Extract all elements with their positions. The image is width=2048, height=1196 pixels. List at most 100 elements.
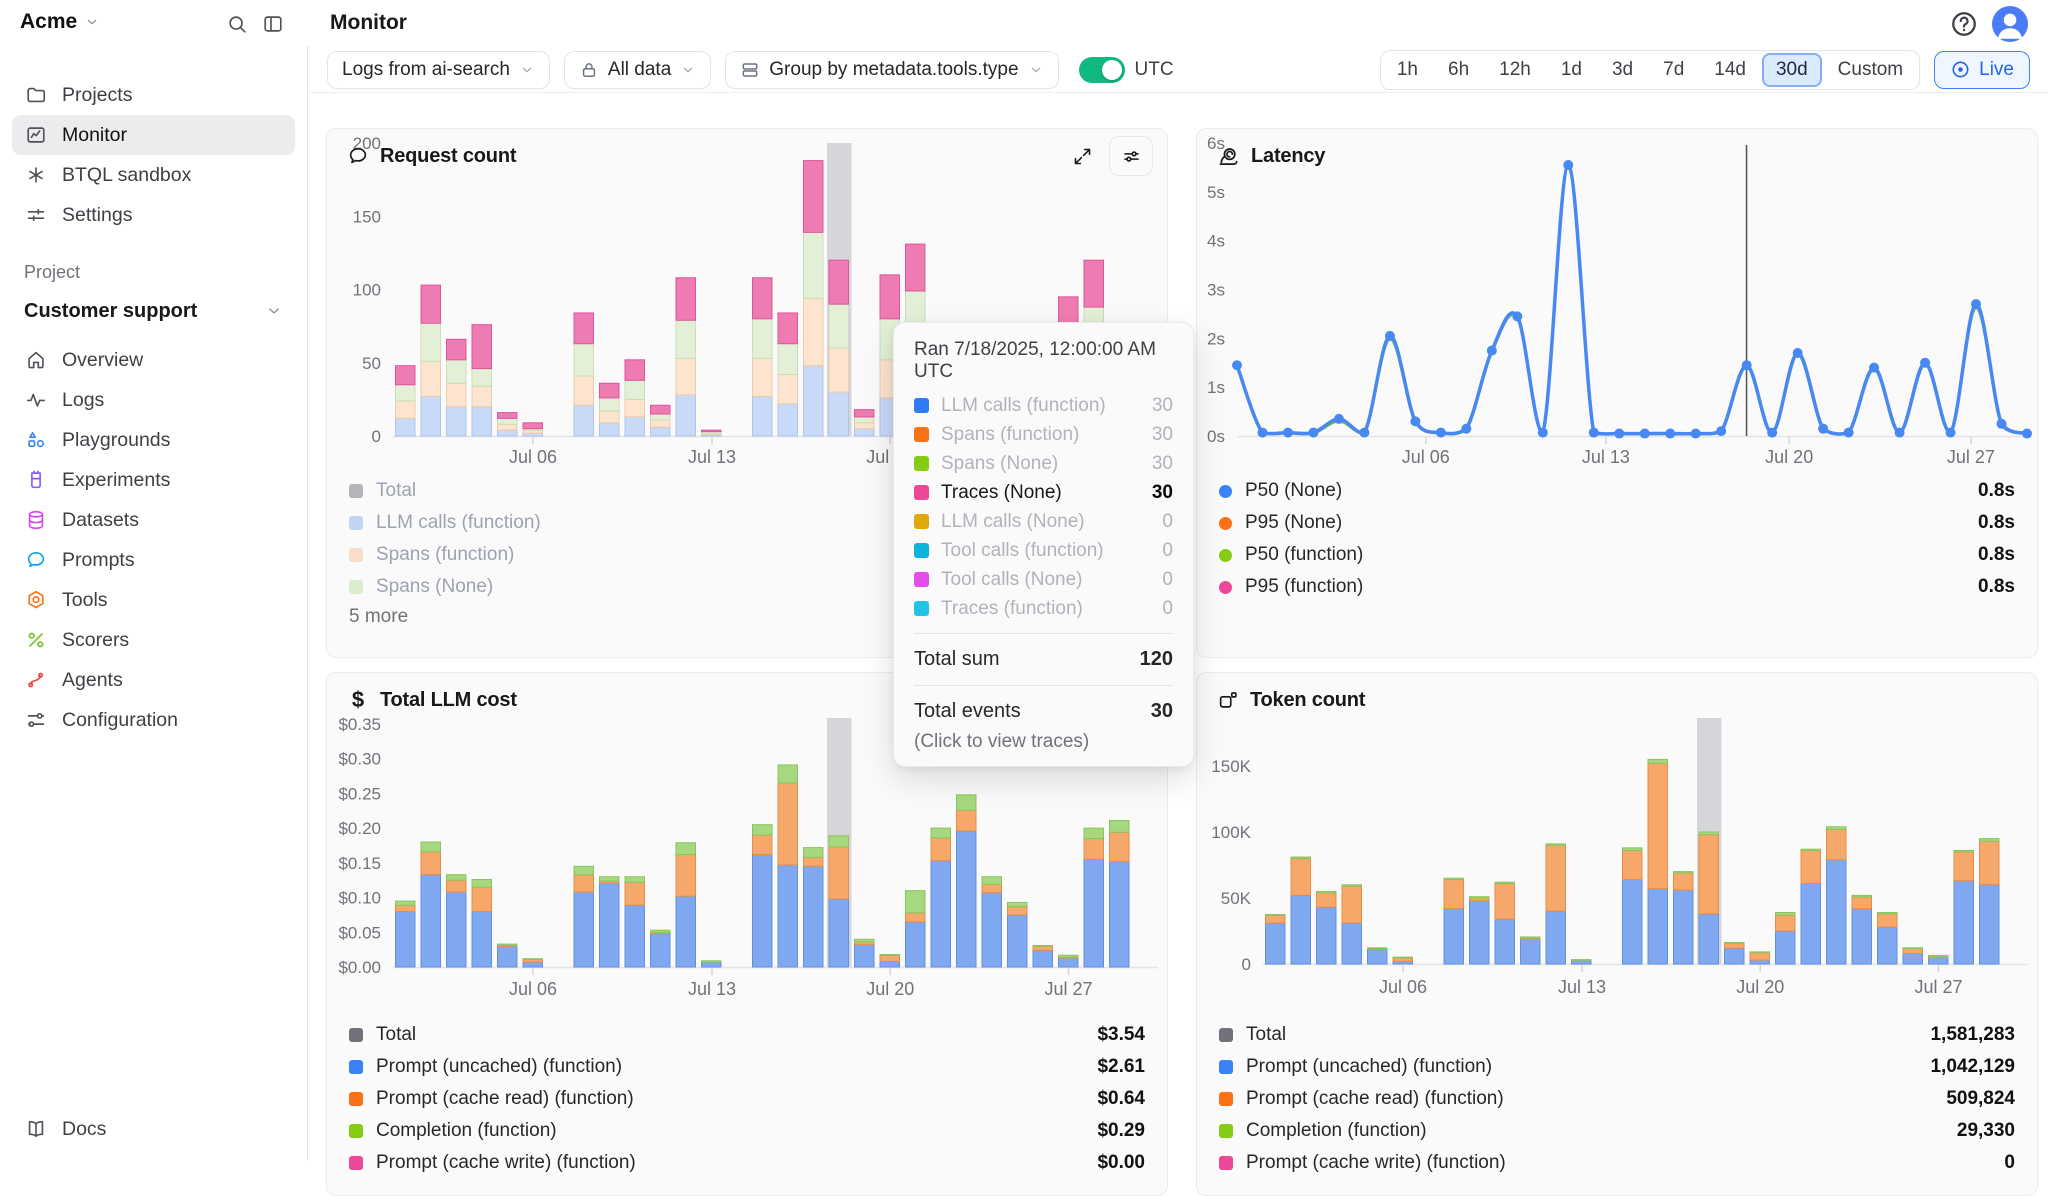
range-button-14d[interactable]: 14d — [1700, 53, 1760, 87]
legend-row[interactable]: Completion (function)29,330 — [1219, 1115, 2015, 1147]
sidebar: Projects Monitor BTQL sandbox Settings Proj… — [0, 47, 308, 1161]
shapes-icon — [24, 429, 48, 451]
filter-pill-all[interactable]: All data — [564, 51, 711, 89]
range-button-custom[interactable]: Custom — [1824, 53, 1917, 87]
sidebar-item-btql-sandbox[interactable]: BTQL sandbox — [12, 155, 295, 195]
range-button-12h[interactable]: 12h — [1485, 53, 1545, 87]
legend-swatch — [1219, 485, 1232, 498]
range-button-1d[interactable]: 1d — [1547, 53, 1596, 87]
legend-label: P50 (function) — [1245, 544, 1363, 566]
sidebar-item-overview[interactable]: Overview — [12, 340, 295, 380]
project-section-label: Project — [24, 262, 283, 283]
legend-row[interactable]: Prompt (cache write) (function)0 — [1219, 1147, 2015, 1179]
sidebar-item-scorers[interactable]: Scorers — [12, 620, 295, 660]
sidebar-item-monitor[interactable]: Monitor — [12, 115, 295, 155]
expand-button[interactable] — [1067, 141, 1097, 171]
range-button-3d[interactable]: 3d — [1598, 53, 1647, 87]
project-switcher[interactable]: Customer support — [12, 291, 295, 331]
expand-icon — [1072, 146, 1093, 167]
legend-row[interactable]: Total$3.54 — [349, 1019, 1145, 1051]
org-switcher[interactable]: Acme — [20, 10, 100, 34]
legend-label: Completion (function) — [376, 1120, 557, 1142]
legend-row[interactable]: Completion (function)$0.29 — [349, 1115, 1145, 1147]
sidebar-project-nav: Overview Logs Playgrounds ExperimentsDatase… — [0, 340, 307, 740]
svg-text:Jul 06: Jul 06 — [1379, 977, 1427, 997]
legend-row[interactable]: Prompt (uncached) (function)$2.61 — [349, 1051, 1145, 1083]
live-button[interactable]: Live — [1934, 51, 2030, 89]
legend-row[interactable]: P50 (function)0.8s — [1219, 539, 2015, 571]
legend-row[interactable]: P50 (None)0.8s — [1219, 475, 2015, 507]
sidebar-item-docs[interactable]: Docs — [12, 1109, 295, 1149]
legend-row[interactable]: P95 (function)0.8s — [1219, 571, 2015, 603]
legend-swatch — [349, 484, 363, 498]
filter-pill-logs[interactable]: Logs from ai-search — [327, 51, 550, 89]
range-button-6h[interactable]: 6h — [1434, 53, 1483, 87]
sidebar-item-settings[interactable]: Settings — [12, 195, 295, 235]
sidebar-item-label: Settings — [62, 204, 132, 227]
avatar[interactable] — [1992, 6, 2028, 42]
series-swatch — [914, 514, 929, 529]
sidebar-item-label: Playgrounds — [62, 429, 170, 452]
snail-icon — [1217, 145, 1240, 168]
sidebar-item-agents[interactable]: Agents — [12, 660, 295, 700]
sidebar-item-configuration[interactable]: Configuration — [12, 700, 295, 740]
svg-text:5s: 5s — [1207, 183, 1225, 202]
sidebar-item-datasets[interactable]: Datasets — [12, 500, 295, 540]
help-icon — [1949, 9, 1979, 39]
tooltip-click-hint[interactable]: (Click to view traces) — [914, 727, 1173, 753]
token-count-chart[interactable]: 050K100K150KJul 06Jul 13Jul 20Jul 27 — [1197, 673, 2039, 1008]
latency-chart[interactable]: 0s1s2s3s4s5s6sJul 06Jul 13Jul 20Jul 27 — [1197, 129, 2039, 474]
sidebar-toggle-button[interactable] — [259, 10, 287, 38]
sidebar-item-prompts[interactable]: Prompts — [12, 540, 295, 580]
book-open-icon — [24, 1118, 48, 1140]
sidebar-item-logs[interactable]: Logs — [12, 380, 295, 420]
sidebar-item-label: Projects — [62, 84, 132, 107]
legend-row[interactable]: P95 (None)0.8s — [1219, 507, 2015, 539]
legend-row[interactable]: Prompt (cache read) (function)$0.64 — [349, 1083, 1145, 1115]
range-button-7d[interactable]: 7d — [1649, 53, 1698, 87]
svg-text:Jul 13: Jul 13 — [1558, 977, 1606, 997]
chart-settings-button[interactable] — [1109, 136, 1153, 176]
legend-label: Spans (None) — [376, 576, 493, 598]
dollar-icon: $ — [347, 687, 369, 713]
filter-pill-group[interactable]: Group by metadata.tools.type — [725, 51, 1058, 89]
legend-row[interactable]: Prompt (cache write) (function)$0.00 — [349, 1147, 1145, 1179]
svg-text:$0.05: $0.05 — [338, 923, 381, 942]
sidebar-item-projects[interactable]: Projects — [12, 75, 295, 115]
range-button-1h[interactable]: 1h — [1383, 53, 1432, 87]
legend-swatch — [1219, 1060, 1233, 1074]
page-title: Monitor — [330, 11, 407, 35]
sidebar-item-label: Agents — [62, 669, 123, 692]
legend-value: 509,824 — [1946, 1088, 2015, 1110]
sidebar-item-playgrounds[interactable]: Playgrounds — [12, 420, 295, 460]
legend-swatch — [349, 1124, 363, 1138]
series-value: 30 — [1152, 395, 1173, 417]
legend-row[interactable]: Prompt (uncached) (function)1,042,129 — [1219, 1051, 2015, 1083]
legend-label: Prompt (uncached) (function) — [1246, 1056, 1492, 1078]
svg-text:100K: 100K — [1211, 823, 1251, 842]
total-llm-cost-legend: Total$3.54Prompt (uncached) (function)$2… — [349, 1019, 1145, 1179]
activity-icon — [24, 389, 48, 411]
sidebar-item-experiments[interactable]: Experiments — [12, 460, 295, 500]
range-button-30d[interactable]: 30d — [1762, 53, 1822, 87]
svg-text:$0.10: $0.10 — [338, 889, 381, 908]
chart-tooltip[interactable]: Ran 7/18/2025, 12:00:00 AM UTC LLM calls… — [893, 322, 1194, 767]
legend-row[interactable]: Prompt (cache read) (function)509,824 — [1219, 1083, 2015, 1115]
live-icon — [1950, 59, 1971, 80]
legend-row[interactable]: Total1,581,283 — [1219, 1019, 2015, 1051]
utc-toggle[interactable]: UTC — [1079, 57, 1174, 83]
svg-text:150: 150 — [353, 207, 381, 226]
legend-value: $3.54 — [1097, 1024, 1145, 1046]
legend-swatch — [1219, 581, 1232, 594]
agents-icon — [24, 669, 48, 691]
sidebar-item-tools[interactable]: Tools — [12, 580, 295, 620]
search-button[interactable] — [223, 10, 251, 38]
legend-label: Total — [1246, 1024, 1286, 1046]
sidebar-item-label: Overview — [62, 349, 143, 372]
tooltip-row: Traces (function)0 — [914, 594, 1173, 623]
svg-text:Jul 20: Jul 20 — [1765, 447, 1813, 467]
sidebar-item-label: Monitor — [62, 124, 127, 147]
svg-text:Jul 20: Jul 20 — [866, 979, 914, 999]
toggle-switch[interactable] — [1079, 57, 1125, 83]
help-button[interactable] — [1948, 8, 1980, 40]
